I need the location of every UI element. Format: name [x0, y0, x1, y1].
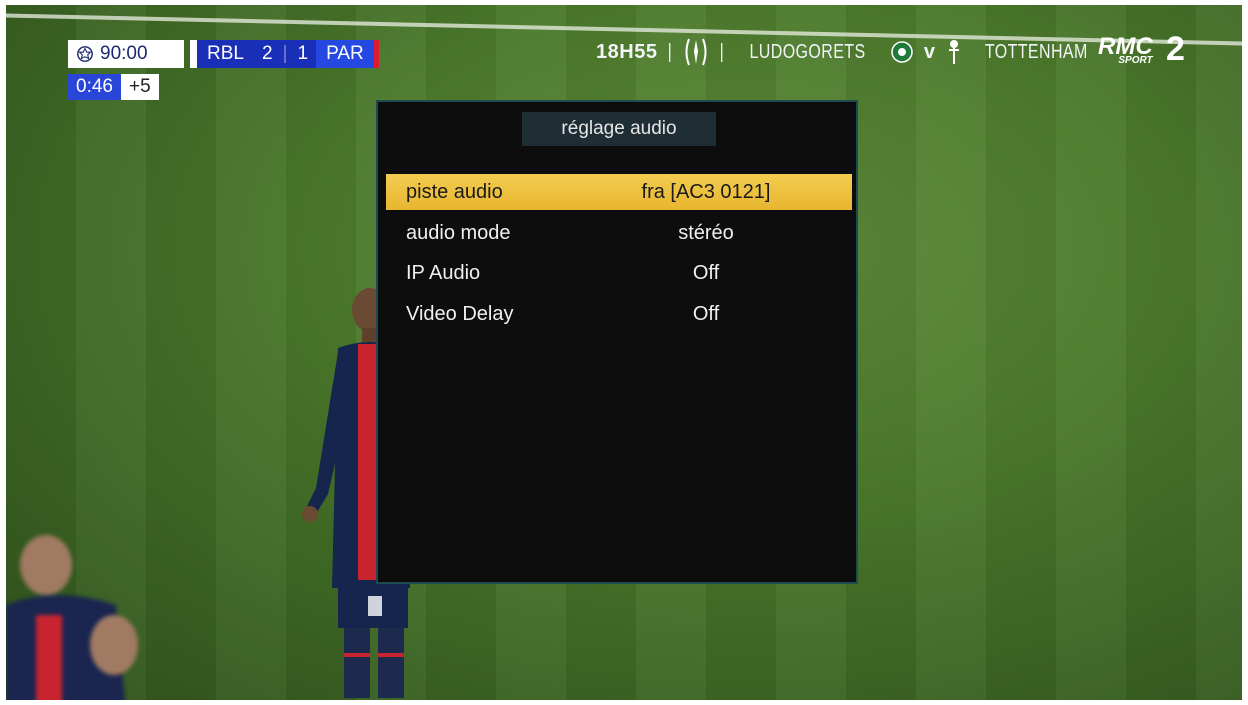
menu-title: réglage audio [522, 112, 716, 146]
menu-item-audio-track[interactable]: piste audio fra [AC3 0121] [386, 174, 852, 210]
menu-item-label: IP Audio [406, 261, 481, 284]
menu-item-value: stéréo [678, 221, 734, 244]
champions-league-icon [77, 46, 93, 62]
added-time-clock: 0:46 [68, 74, 121, 100]
match-clock: 90:00 [68, 40, 184, 68]
menu-item-ip-audio[interactable]: IP Audio Off [386, 255, 852, 291]
added-time-minutes: +5 [120, 74, 159, 100]
audio-settings-menu: réglage audio piste audio fra [AC3 0121]… [376, 100, 858, 584]
menu-item-value: Off [692, 302, 720, 325]
promo-team-b: TOTTENHAM [984, 40, 1088, 63]
promo-time: 18H55 [596, 40, 658, 63]
channel-logo: RMC SPORT [1098, 33, 1153, 66]
tottenham-crest-icon [948, 40, 959, 64]
home-score: 2 [261, 43, 273, 64]
player-figure-blurred [6, 535, 138, 700]
channel-number: 2 [1166, 30, 1185, 68]
menu-item-label: audio mode [406, 221, 511, 244]
menu-item-value: fra [AC3 0121] [641, 180, 771, 203]
menu-item-video-delay[interactable]: Video Delay Off [386, 296, 852, 332]
menu-item-label: Video Delay [406, 302, 514, 325]
scoreboard-divider [190, 40, 197, 68]
home-team: RBL [197, 40, 254, 68]
scoreboard: 90:00 RBL 2 | 1 PAR [68, 40, 379, 68]
clock-text: 90:00 [100, 43, 148, 64]
promo-team-a: LUDOGORETS [749, 40, 866, 63]
ludogorets-crest-icon [891, 41, 913, 63]
menu-item-label: piste audio [406, 180, 503, 203]
menu-item-audio-mode[interactable]: audio mode stéréo [386, 215, 852, 251]
promo-banner: 18H55 | | LUDOGORETS v TOTTENHAM [596, 34, 1100, 70]
europa-league-icon [685, 38, 707, 66]
score: 2 | 1 [253, 40, 317, 68]
away-score: 1 [297, 43, 309, 64]
menu-item-value: Off [692, 261, 720, 284]
away-team: PAR [316, 40, 379, 68]
added-time-bar: 0:46 +5 [68, 74, 159, 100]
promo-versus: v [923, 40, 936, 63]
